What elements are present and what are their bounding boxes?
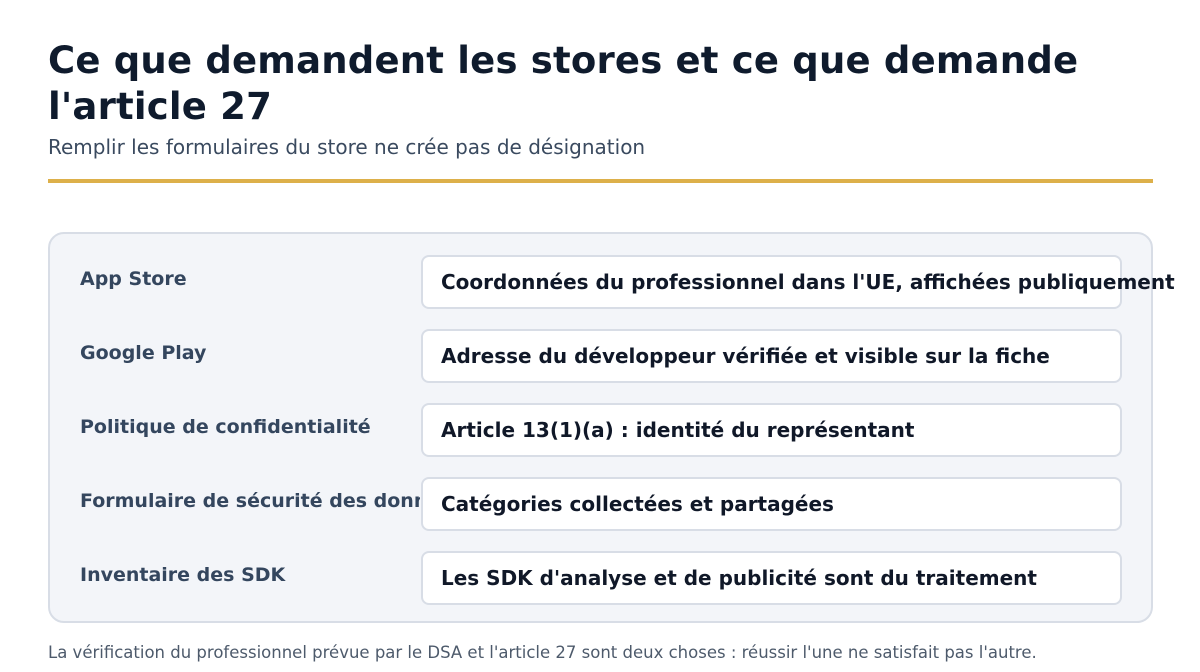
row-label: Politique de confidentialité (80, 416, 371, 438)
row-label: Google Play (80, 342, 207, 364)
comparison-row-google-play: Google Play Adresse du développeur vérif… (50, 329, 1151, 383)
accent-divider (48, 179, 1153, 183)
row-value: Adresse du développeur vérifiée et visib… (441, 344, 1050, 368)
page-subtitle: Remplir les formulaires du store ne crée… (48, 135, 646, 159)
row-value: Catégories collectées et partagées (441, 492, 834, 516)
row-label: App Store (80, 268, 187, 290)
row-value-box: Catégories collectées et partagées (421, 477, 1122, 531)
row-value-box: Coordonnées du professionnel dans l'UE, … (421, 255, 1175, 309)
slide: Ce que demandent les stores et ce que de… (0, 0, 1200, 672)
comparison-row-data-safety-form: Formulaire de sécurité des données Catég… (50, 477, 1151, 531)
row-value: Coordonnées du professionnel dans l'UE, … (441, 270, 1175, 294)
footnote: La vérification du professionnel prévue … (48, 643, 1037, 662)
row-label: Inventaire des SDK (80, 564, 286, 586)
page-title: Ce que demandent les stores et ce que de… (48, 39, 1079, 128)
row-value-box: Article 13(1)(a) : identité du représent… (421, 403, 1122, 457)
row-value-box: Adresse du développeur vérifiée et visib… (421, 329, 1122, 383)
comparison-row-sdk-inventory: Inventaire des SDK Les SDK d'analyse et … (50, 551, 1151, 605)
row-value: Article 13(1)(a) : identité du représent… (441, 418, 915, 442)
row-value-box: Les SDK d'analyse et de publicité sont d… (421, 551, 1122, 605)
comparison-panel: App Store Coordonnées du professionnel d… (48, 232, 1175, 623)
comparison-row-privacy-policy: Politique de confidentialité Article 13(… (50, 403, 1151, 457)
row-value: Les SDK d'analyse et de publicité sont d… (441, 566, 1037, 590)
row-label: Formulaire de sécurité des données (80, 490, 420, 512)
comparison-row-app-store: App Store Coordonnées du professionnel d… (50, 255, 1175, 309)
